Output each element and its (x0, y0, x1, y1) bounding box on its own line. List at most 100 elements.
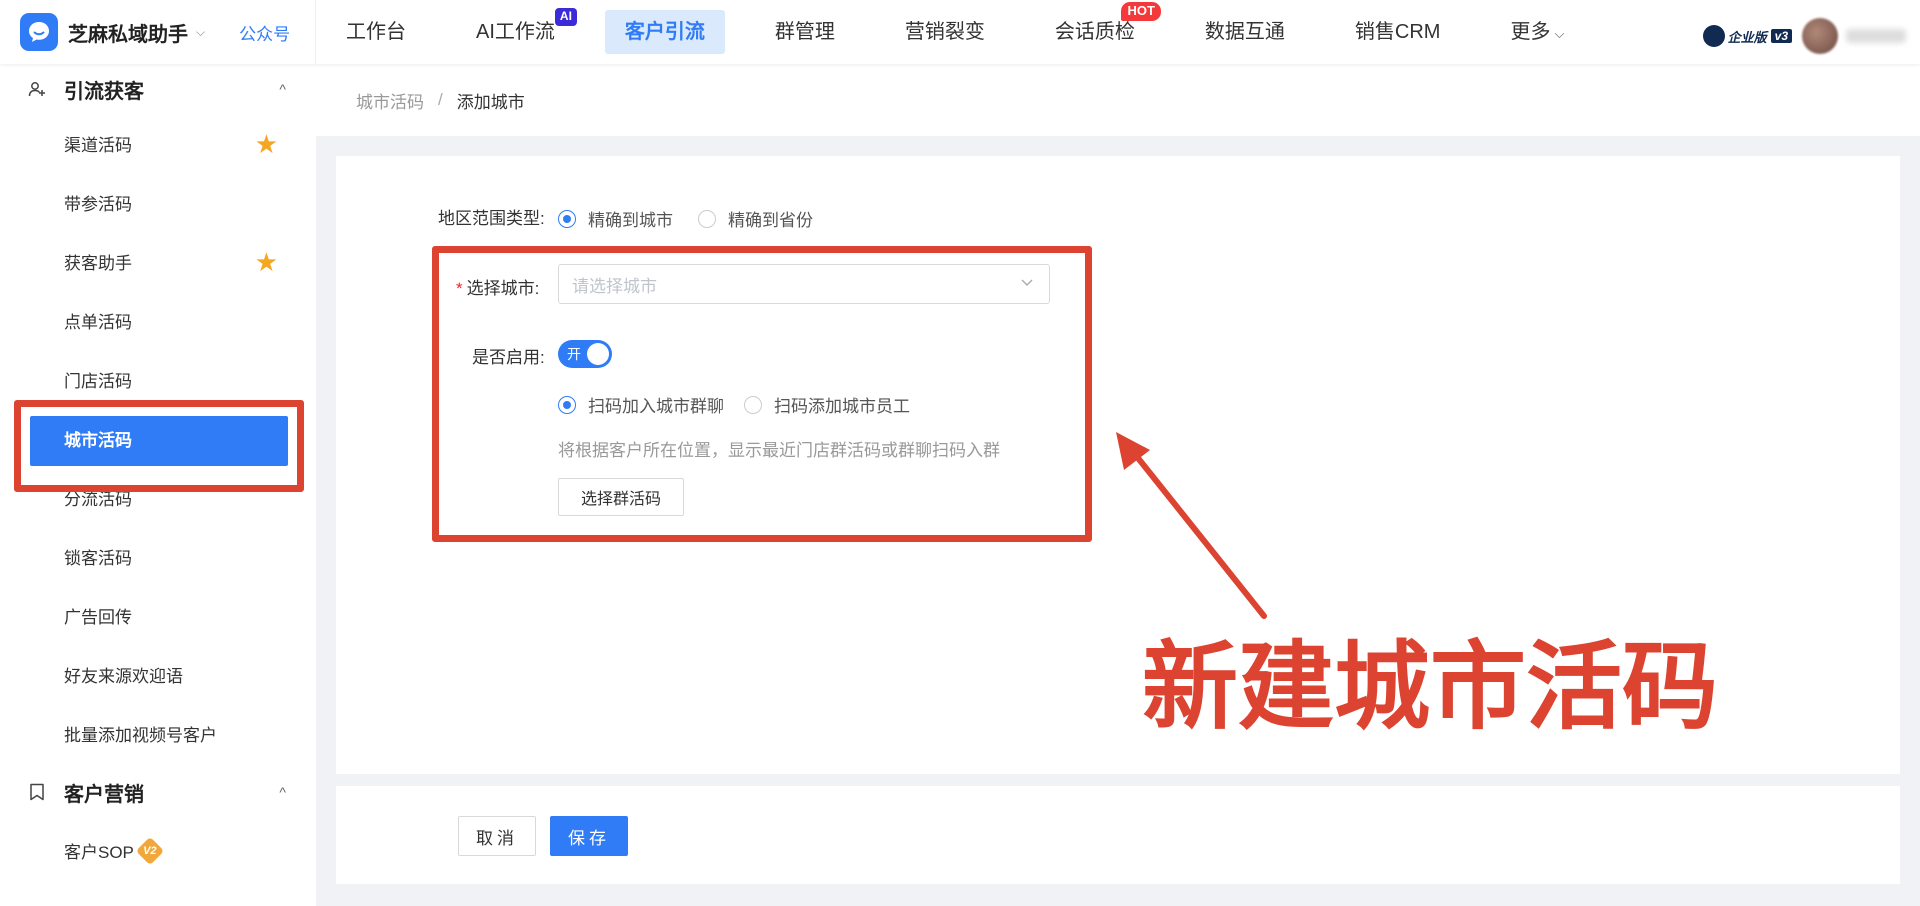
sidebar-item-label: 城市活码 (64, 431, 132, 450)
nav-item-label: 客户引流 (624, 21, 705, 43)
radio-label: 精确到省份 (728, 211, 813, 230)
sidebar-item-city-code[interactable]: 城市活码 (0, 409, 316, 468)
annotation-caption: 新建城市活码 (1142, 634, 1718, 741)
chevron-down-icon (1021, 279, 1033, 286)
sidebar-item-welcome-message[interactable]: 好友来源欢迎语 (0, 645, 316, 704)
city-select-placeholder: 请选择城市 (572, 276, 657, 296)
enable-toggle[interactable]: 开 (558, 340, 612, 368)
nav-item-more[interactable]: 更多 ⌵ (1490, 10, 1584, 54)
sidebar-item-label: 带参活码 (64, 195, 132, 214)
toggle-knob (587, 343, 609, 365)
sidebar-group-marketing[interactable]: 客户营销 ^ (0, 763, 316, 821)
sidebar-item-lock-code[interactable]: 锁客活码 (0, 527, 316, 586)
radio-precise-city[interactable]: 精确到城市 (558, 206, 673, 231)
breadcrumb-current: 添加城市 (456, 92, 525, 112)
sidebar-item-label: 分流活码 (64, 490, 132, 509)
sidebar-item-customer-sop[interactable]: 客户SOP V2 (0, 821, 316, 880)
version-tag: v3 (1770, 29, 1792, 43)
edition-logo-icon (1702, 25, 1725, 47)
chevron-up-icon[interactable]: ^ (279, 784, 286, 800)
nav-item-label: 销售CRM (1354, 21, 1441, 43)
nav-item-session-qc[interactable]: 会话质检 HOT (1035, 2, 1161, 54)
footer-actions: 取消 保存 (336, 786, 1900, 884)
enable-label: 是否启用: (472, 348, 545, 367)
account-area: 企业版 v3 (1702, 18, 1906, 54)
region-type-label: 地区范围类型: (438, 209, 545, 228)
radio-label: 扫码添加城市员工 (774, 397, 910, 416)
nav-item-data-sync[interactable]: 数据互通 (1185, 10, 1305, 54)
nav-item-label: 群管理 (774, 21, 835, 43)
sidebar-item-batch-add-video[interactable]: 批量添加视频号客户 (0, 704, 316, 763)
nav-item-label: 工作台 (346, 21, 406, 43)
sidebar-item-order-code[interactable]: 点单活码 (0, 291, 316, 350)
select-group-code-button[interactable]: 选择群活码 (558, 478, 684, 516)
sidebar-item-label: 获客助手 (64, 254, 132, 273)
chevron-up-icon[interactable]: ^ (279, 81, 286, 97)
brand: 芝麻私域助手 ⌵ 公众号 (0, 0, 316, 64)
sidebar-item-param-code[interactable]: 带参活码 (0, 173, 316, 232)
sidebar-item-store-code[interactable]: 门店活码 (0, 350, 316, 409)
radio-precise-province[interactable]: 精确到省份 (698, 206, 813, 231)
chevron-down-icon[interactable]: ⌵ (196, 25, 205, 40)
sidebar-item-label: 门店活码 (64, 372, 132, 391)
cancel-button[interactable]: 取消 (458, 816, 536, 856)
radio-label: 精确到城市 (588, 211, 673, 230)
radio-add-city-staff[interactable]: 扫码添加城市员工 (744, 392, 910, 417)
main-nav: 工作台 AI工作流 AI 客户引流 群管理 营销裂变 会话质检 HOT 数据互通 销… (326, 0, 1614, 64)
edition-label: 企业版 (1727, 29, 1767, 45)
location-hint: 将根据客户所在位置，显示最近门店群活码或群聊扫码入群 (558, 441, 1000, 460)
radio-join-city-group[interactable]: 扫码加入城市群聊 (558, 392, 724, 417)
nav-item-label: AI工作流 (476, 21, 555, 43)
radio-dot (558, 209, 576, 228)
breadcrumb-parent-link[interactable]: 城市活码 (356, 88, 424, 113)
sidebar-group-acquisition[interactable]: 引流获客 ^ (0, 64, 316, 114)
chevron-down-icon: ⌵ (1554, 26, 1565, 41)
sidebar: 引流获客 ^ 渠道活码 ★ 带参活码 获客助手 ★ 点单活码 门店活码 城市活码… (0, 64, 316, 906)
sidebar-item-label: 锁客活码 (64, 549, 132, 568)
star-icon[interactable]: ★ (255, 131, 278, 157)
radio-dot (698, 209, 716, 228)
city-select-label: * 选择城市: (456, 274, 539, 299)
ai-badge: AI (554, 8, 577, 26)
version-badge: V2 (135, 836, 165, 865)
nav-item-label: 营销裂变 (904, 21, 985, 43)
top-navigation-bar: 芝麻私域助手 ⌵ 公众号 工作台 AI工作流 AI 客户引流 群管理 营销裂变 会… (0, 0, 1920, 64)
save-button[interactable]: 保存 (550, 816, 628, 856)
sidebar-item-split-code[interactable]: 分流活码 (0, 468, 316, 527)
breadcrumb: 城市活码 / 添加城市 (316, 64, 1920, 136)
sidebar-item-acquisition-assistant[interactable]: 获客助手 ★ (0, 232, 316, 291)
breadcrumb-separator: / (438, 90, 443, 109)
gzh-link[interactable]: 公众号 (239, 20, 290, 45)
sidebar-item-channel-code[interactable]: 渠道活码 ★ (0, 114, 316, 173)
required-mark: * (456, 279, 463, 298)
nav-item-label: 数据互通 (1204, 21, 1285, 43)
star-icon[interactable]: ★ (255, 249, 278, 275)
sidebar-group-label: 引流获客 (64, 80, 144, 103)
toggle-text: 开 (567, 346, 581, 362)
city-select[interactable]: 请选择城市 (558, 264, 1050, 304)
brand-logo-icon[interactable] (20, 13, 58, 51)
nav-item-marketing-fission[interactable]: 营销裂变 (885, 10, 1005, 54)
sidebar-item-label: 广告回传 (64, 608, 132, 627)
sidebar-item-label: 好友来源欢迎语 (64, 667, 183, 686)
nav-item-sales-crm[interactable]: 销售CRM (1335, 10, 1461, 54)
version-badge-text: V2 (143, 844, 157, 857)
bookmark-icon (28, 783, 46, 801)
sidebar-item-label: 点单活码 (64, 313, 132, 332)
sidebar-group-label: 客户营销 (64, 783, 144, 806)
avatar[interactable] (1802, 18, 1838, 54)
brand-name[interactable]: 芝麻私域助手 (68, 18, 188, 47)
nav-item-ai-workflow[interactable]: AI工作流 AI (456, 8, 577, 54)
sidebar-item-label: 批量添加视频号客户 (64, 726, 217, 745)
city-select-label-text: 选择城市: (466, 279, 540, 298)
radio-label: 扫码加入城市群聊 (588, 397, 724, 416)
add-user-icon (28, 80, 46, 98)
user-name-blurred[interactable] (1846, 29, 1906, 43)
chat-bubble-icon (29, 22, 49, 42)
sidebar-item-ad-callback[interactable]: 广告回传 (0, 586, 316, 645)
nav-item-workbench[interactable]: 工作台 (326, 10, 426, 54)
radio-dot (744, 395, 762, 414)
nav-item-group-management[interactable]: 群管理 (755, 10, 855, 54)
nav-item-customer-acquisition[interactable]: 客户引流 (604, 10, 725, 54)
radio-dot (558, 395, 576, 414)
